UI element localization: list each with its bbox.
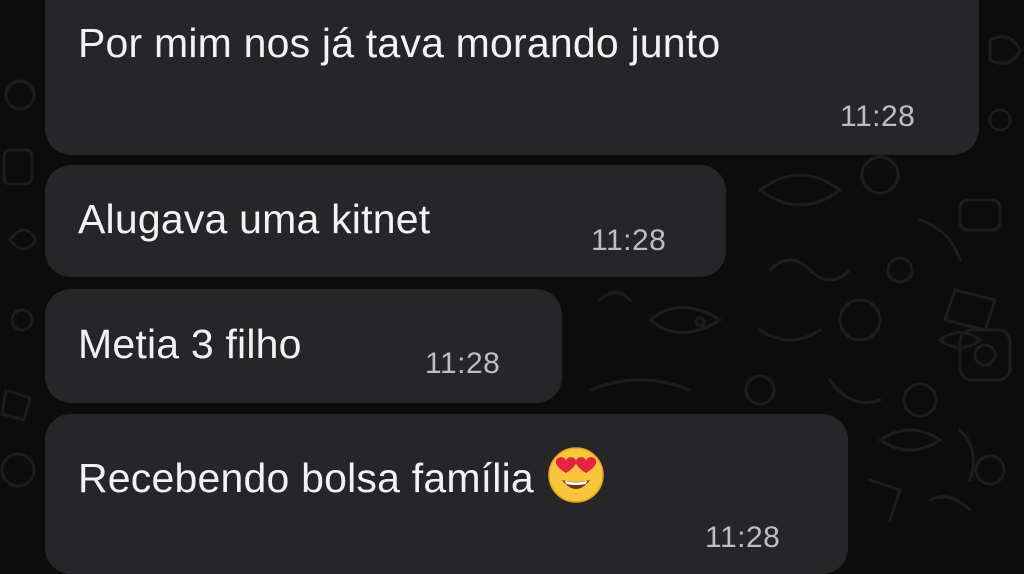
message-text: Alugava uma kitnet [78,196,431,242]
message-time: 11:28 [840,100,916,133]
heart-eyes-emoji-icon [548,447,604,503]
message-text-content: Recebendo bolsa família [78,455,534,501]
message-bubble[interactable]: Alugava uma kitnet 11:28 [45,165,726,277]
message-time: 11:28 [705,521,781,554]
message-time: 11:28 [425,347,501,380]
message-time: 11:28 [591,224,667,257]
message-text: Por mim nos já tava morando junto [78,20,721,66]
message-bubble[interactable]: Metia 3 filho 11:28 [45,289,562,403]
message-text: Recebendo bolsa família [78,447,604,503]
message-bubble[interactable]: Recebendo bolsa família 11:28 [45,414,848,574]
message-bubble[interactable]: Por mim nos já tava morando junto 11:28 [45,0,979,155]
message-text: Metia 3 filho [78,321,302,367]
